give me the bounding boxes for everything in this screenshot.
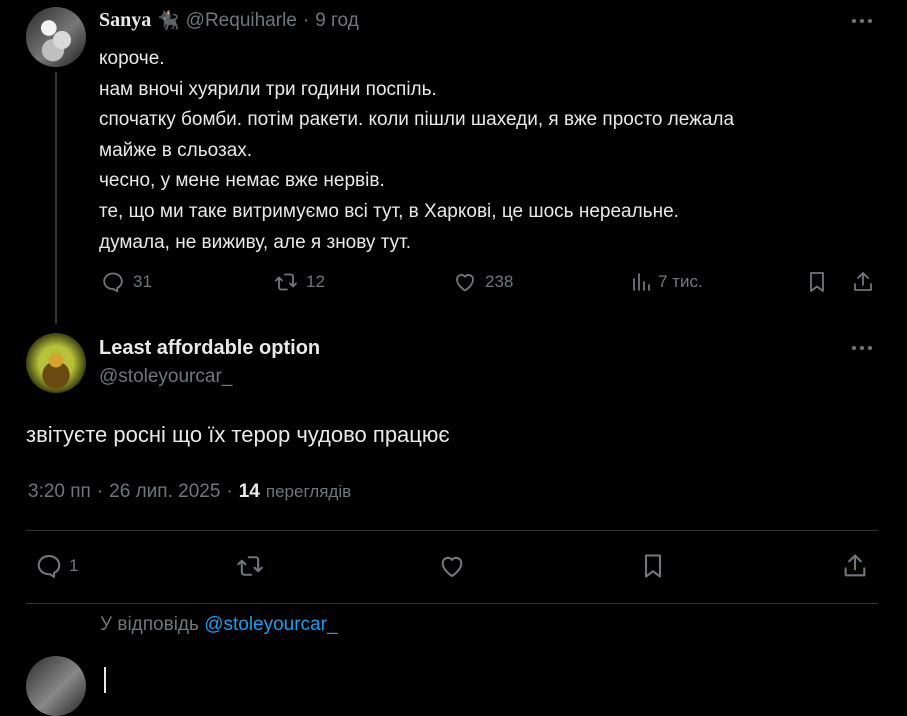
views-icon	[633, 273, 650, 291]
avatar[interactable]	[26, 333, 86, 393]
thread-line	[55, 72, 57, 324]
more-icon[interactable]	[852, 19, 872, 23]
timestamp[interactable]: 9 год	[315, 10, 359, 32]
handle[interactable]: @Requiharle	[186, 10, 297, 32]
reply-count: 31	[133, 272, 152, 291]
bookmark-icon	[810, 272, 824, 292]
like-button[interactable]: 238	[453, 270, 513, 294]
reply-icon	[103, 272, 123, 293]
tweet-text: звітуєте росні що їх терор чудово працює	[26, 422, 450, 447]
handle[interactable]: @stoleyourcar_	[99, 366, 232, 388]
views-label[interactable]: переглядів	[266, 482, 351, 502]
like-count: 238	[485, 272, 514, 291]
avatar[interactable]	[26, 7, 86, 67]
share-button[interactable]	[851, 270, 875, 294]
views-count: 14	[238, 481, 260, 502]
display-name[interactable]: Least affordable option	[99, 337, 320, 360]
reply-icon	[37, 555, 61, 578]
divider	[26, 530, 878, 531]
reply-button[interactable]: 1	[35, 552, 78, 580]
reply-context: У відповідь @stoleyourcar_	[100, 614, 338, 636]
display-name[interactable]: Sanya	[99, 9, 151, 32]
share-icon	[844, 554, 866, 577]
share-button[interactable]	[841, 552, 869, 580]
views-count: 7 тис.	[658, 272, 703, 291]
tweet-meta: 3:20 пп · 26 лип. 2025 · 14 переглядів	[28, 481, 351, 503]
tweet-line: чесно, у мене немає вже нервів.	[99, 170, 385, 192]
tweet-line: майже в сльозах.	[99, 139, 253, 161]
reply-mention-link[interactable]: @stoleyourcar_	[204, 614, 337, 635]
repost-button[interactable]: 12	[274, 270, 325, 294]
share-icon	[854, 272, 872, 291]
post-date[interactable]: 26 лип. 2025	[109, 481, 220, 503]
tweet-line: думала, не виживу, але я знову тут.	[99, 231, 411, 253]
tweet-text: короче. нам вночі хуярили три години пос…	[99, 44, 879, 258]
separator: ·	[226, 481, 233, 502]
divider	[26, 603, 878, 604]
reply-prefix: У відповідь	[100, 614, 199, 635]
bookmark-button[interactable]	[805, 270, 829, 294]
separator: ·	[302, 9, 310, 31]
bookmark-button[interactable]	[639, 552, 667, 580]
name-emoji: 🐈‍⬛	[157, 10, 180, 30]
bookmark-icon	[644, 554, 662, 578]
reply-input[interactable]	[100, 664, 850, 694]
tweet-line: нам вночі хуярили три години поспіль.	[99, 78, 437, 100]
tweet-line: спочатку бомби. потім ракети. коли пішли…	[99, 109, 735, 131]
tweet-line: короче.	[99, 48, 165, 69]
repost-count: 12	[306, 272, 325, 291]
text-cursor	[104, 667, 106, 693]
repost-icon	[275, 273, 297, 291]
heart-icon	[441, 556, 463, 577]
reply-button[interactable]: 31	[101, 270, 152, 294]
reply-count: 1	[69, 556, 79, 575]
post-time[interactable]: 3:20 пп	[28, 481, 91, 503]
heart-icon	[456, 274, 474, 292]
tweet-line: те, що ми таке витримуємо всі тут, в Хар…	[99, 200, 679, 222]
repost-button[interactable]	[236, 552, 264, 580]
avatar	[26, 656, 86, 716]
more-icon[interactable]	[852, 346, 872, 350]
like-button[interactable]	[438, 552, 466, 580]
views-button[interactable]: 7 тис.	[630, 270, 703, 294]
repost-icon	[237, 556, 263, 576]
tweet-header: Sanya 🐈‍⬛ @Requiharle · 9 год	[99, 9, 359, 32]
separator: ·	[96, 481, 104, 502]
